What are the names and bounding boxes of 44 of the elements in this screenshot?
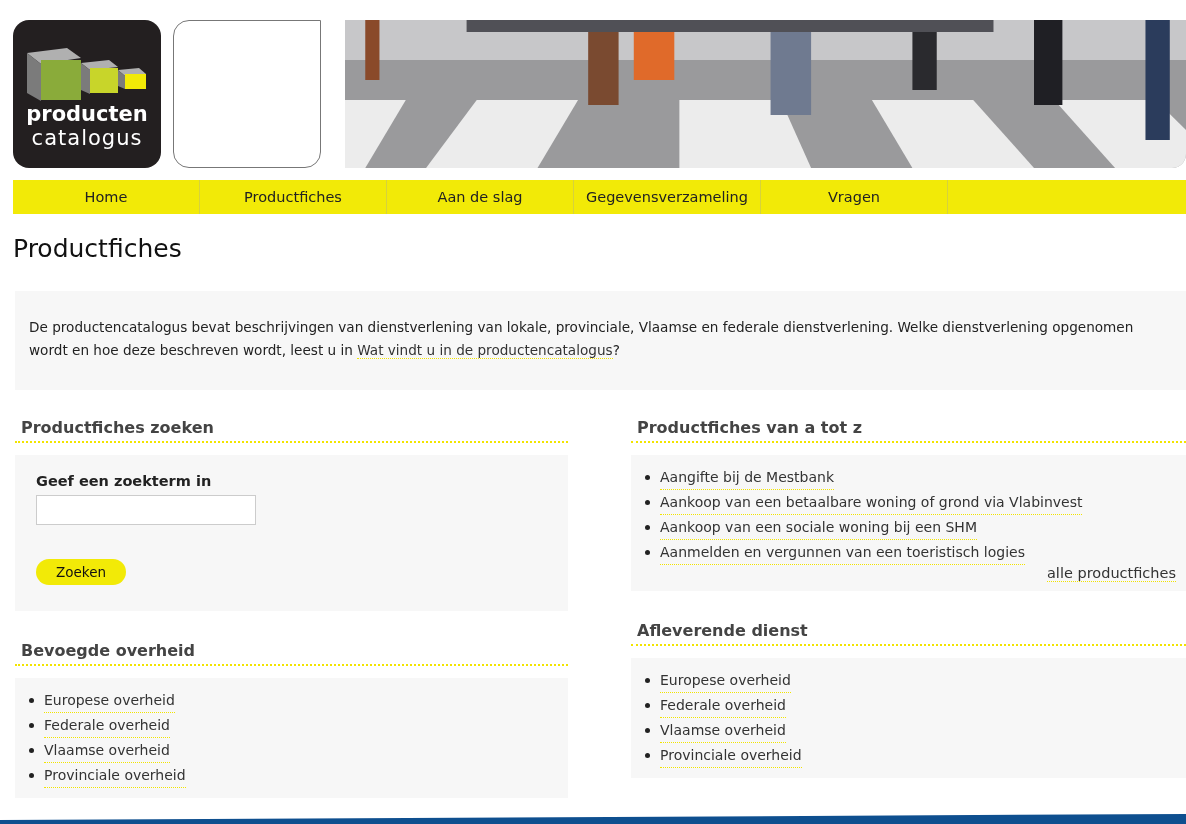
list-link[interactable]: Europese overheid: [44, 688, 175, 713]
bullet-icon: [645, 525, 650, 530]
list-link[interactable]: Aankoop van een betaalbare woning of grond via Vlabinvest: [660, 490, 1083, 515]
bullet-icon: [29, 698, 34, 703]
section-heading: Productfiches van a tot z: [631, 418, 1186, 443]
list-link[interactable]: Aanmelden en vergunnen van een toeristisch logies: [660, 540, 1025, 565]
cubes-icon: [27, 48, 147, 102]
bullet-icon: [645, 753, 650, 758]
bullet-icon: [645, 678, 650, 683]
bullet-icon: [645, 703, 650, 708]
nav-item[interactable]: Productfiches: [200, 180, 387, 214]
bullet-icon: [29, 748, 34, 753]
search-field[interactable]: [36, 495, 256, 525]
list-link[interactable]: Europese overheid: [660, 668, 791, 693]
bullet-icon: [645, 475, 650, 480]
bullet-icon: [645, 500, 650, 505]
section-heading: Bevoegde overheid: [15, 641, 568, 666]
bullet-icon: [29, 773, 34, 778]
list-link[interactable]: Federale overheid: [44, 713, 170, 738]
list-link[interactable]: Vlaamse overheid: [44, 738, 170, 763]
nav-item[interactable]: Gegevensverzameling: [574, 180, 761, 214]
bullet-icon: [29, 723, 34, 728]
list-link[interactable]: Vlaamse overheid: [660, 718, 786, 743]
bullet-icon: [645, 728, 650, 733]
logo[interactable]: producten catalogus: [13, 20, 161, 168]
bullet-icon: [645, 550, 650, 555]
intro-text: De productencatalogus bevat beschrijvingen van dienstverlening van lokale, provinciale, Vlaamse en federale dienstverlening. Welke dienstverlening opgenomen wordt en hoe deze beschreven wordt, leest u in Wat vindt u in de productencatalogus?: [15, 291, 1186, 390]
section-heading: Productfiches zoeken: [15, 418, 568, 443]
intro-link[interactable]: Wat vindt u in de productencatalogus: [357, 342, 613, 359]
logo-text: producten: [26, 102, 148, 126]
page-title: Productfiches: [13, 234, 183, 263]
search-button[interactable]: Zoeken: [36, 559, 126, 585]
section-heading: Afleverende dienst: [631, 621, 1186, 646]
list-link[interactable]: Aangifte bij de Mestbank: [660, 465, 835, 490]
list-link[interactable]: Aankoop van een sociale woning bij een SHM: [660, 515, 977, 540]
logo-text: catalogus: [31, 126, 143, 150]
list-link[interactable]: Provinciale overheid: [660, 743, 802, 768]
list-link[interactable]: Provinciale overheid: [44, 763, 186, 788]
nav-item[interactable]: Home: [13, 180, 200, 214]
more-link[interactable]: alle productfiches: [1047, 565, 1176, 582]
nav-item[interactable]: Vragen: [761, 180, 948, 214]
nav-item[interactable]: Aan de slag: [387, 180, 574, 214]
list-link[interactable]: Federale overheid: [660, 693, 786, 718]
search-label: Geef een zoekterm in: [36, 473, 213, 489]
